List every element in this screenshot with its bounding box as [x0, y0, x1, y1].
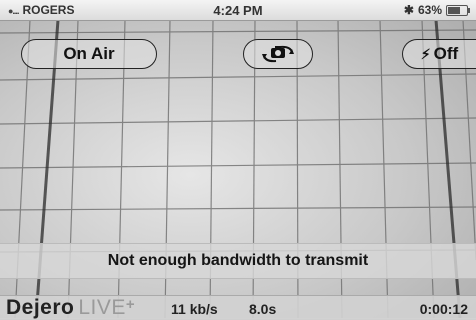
flash-toggle-button[interactable]: ⚡︎ Off	[402, 39, 476, 69]
brand-logo: Dejero LIVE+	[6, 296, 135, 320]
lightning-bolt-icon: ⚡︎	[420, 45, 431, 62]
bottom-bar: Dejero LIVE+ 11 kb/s 8.0s 0:00:12	[0, 295, 476, 319]
flash-label: Off	[433, 44, 459, 63]
battery-icon	[446, 4, 470, 16]
battery-percent: 63%	[417, 3, 442, 17]
delay-readout: 8.0s	[249, 301, 277, 317]
status-message: Not enough bandwidth to transmit	[0, 243, 476, 279]
camera-switch-button[interactable]	[243, 39, 313, 69]
brand-name: Dejero	[6, 296, 75, 319]
on-air-button[interactable]: On Air	[21, 39, 157, 69]
brand-product: LIVE	[78, 296, 126, 319]
status-right: ✱ 63%	[403, 3, 470, 17]
brand-plus: +	[125, 296, 136, 313]
bandwidth-warning: Not enough bandwidth to transmit	[107, 252, 369, 269]
on-air-label: On Air	[63, 44, 115, 63]
bitrate-readout: 11 kb/s	[171, 301, 218, 317]
elapsed-time: 0:00:12	[419, 301, 468, 317]
bluetooth-icon: ✱	[403, 3, 414, 17]
status-bar: ●.... ROGERS 4:24 PM ✱ 63%	[0, 0, 476, 21]
camera-switch-icon	[262, 45, 294, 63]
